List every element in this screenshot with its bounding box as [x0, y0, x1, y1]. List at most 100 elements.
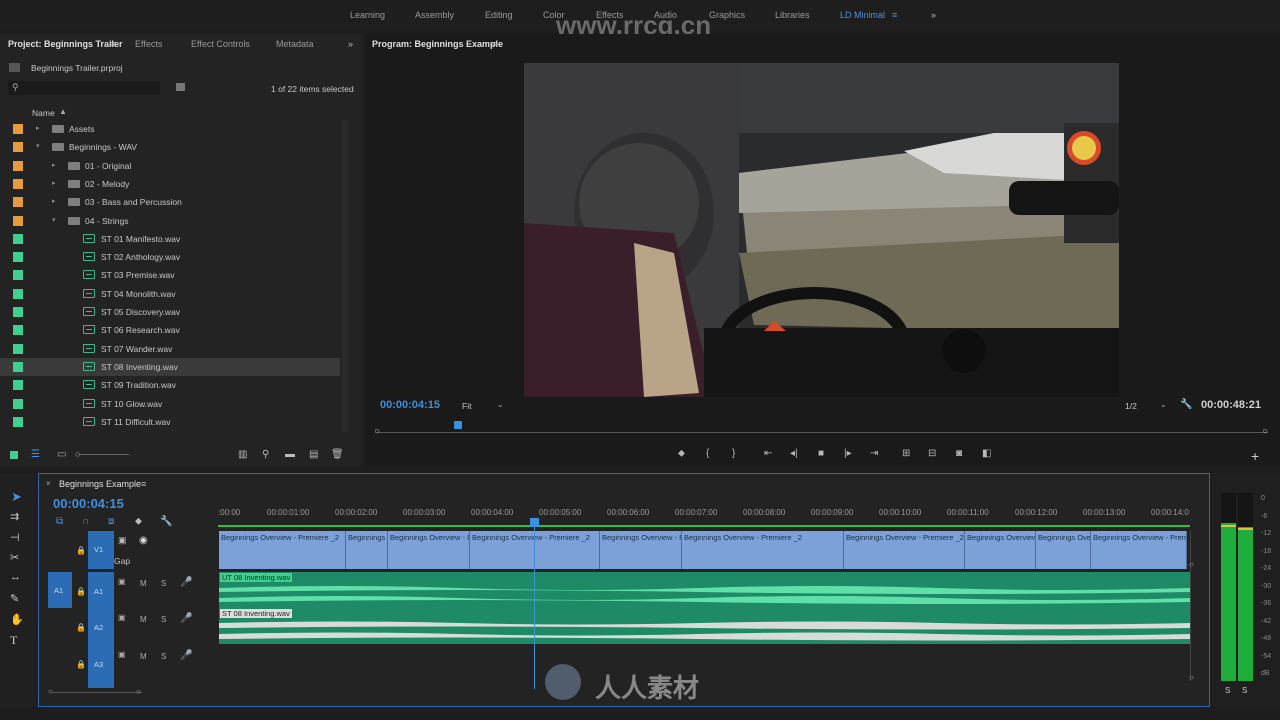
track-select-tool-icon[interactable]: ⇉: [10, 510, 19, 523]
workspace-learning[interactable]: Learning: [350, 10, 385, 20]
fit-dropdown[interactable]: Fit: [462, 401, 471, 411]
program-scrubber[interactable]: ○ ○: [374, 421, 1268, 437]
label-color-swatch[interactable]: [13, 398, 23, 409]
audio-clip-a1[interactable]: UT 08 Inventing.wav: [219, 572, 1191, 608]
label-color-swatch[interactable]: [13, 380, 23, 391]
panel-menu-icon[interactable]: ≡: [110, 39, 115, 49]
video-clip[interactable]: Beginnings Overview - Pre: [388, 531, 470, 569]
comparison-view-icon[interactable]: ◧: [982, 448, 991, 459]
label-color-swatch[interactable]: [13, 252, 23, 263]
mark-out-icon[interactable]: }: [732, 448, 735, 459]
name-column-header[interactable]: Name: [32, 108, 55, 118]
tab-metadata[interactable]: Metadata: [276, 39, 314, 49]
resolution-dropdown[interactable]: 1/2: [1125, 401, 1137, 411]
label-color-swatch[interactable]: [13, 307, 23, 317]
timeline-zoom-bar[interactable]: [52, 692, 142, 693]
export-frame-camera-icon[interactable]: ◙: [956, 448, 962, 459]
tab-effect-controls[interactable]: Effect Controls: [191, 39, 250, 49]
snap-magnet-icon[interactable]: ∩: [82, 516, 89, 527]
step-forward-icon[interactable]: |▸: [844, 448, 852, 459]
lift-icon[interactable]: ⊞: [902, 448, 910, 459]
label-color-swatch[interactable]: [13, 233, 23, 244]
list-item[interactable]: ▸ 03 - Bass and Percussion: [0, 193, 340, 211]
type-tool-icon[interactable]: T: [10, 633, 17, 648]
go-to-in-icon[interactable]: ⇤: [764, 448, 772, 459]
list-item[interactable]: ST 10 Glow.wav: [0, 395, 340, 413]
video-clip[interactable]: Beginnings Overview - Premiere _2: [219, 531, 346, 569]
a2-mute-button[interactable]: M: [140, 615, 147, 624]
list-view-icon[interactable]: ☰: [31, 449, 40, 460]
list-item[interactable]: ST 03 Premise.wav: [0, 266, 340, 284]
v1-lock-icon[interactable]: 🔒: [76, 546, 86, 555]
sort-ascending-icon[interactable]: ▲: [59, 107, 67, 116]
resolution-chevron-down-icon[interactable]: ⌄: [1160, 400, 1167, 409]
disclosure-triangle-icon[interactable]: ▸: [52, 179, 56, 187]
disclosure-triangle-icon[interactable]: ▸: [52, 197, 56, 205]
zoom-bar-end-handle[interactable]: ○: [136, 687, 141, 696]
video-clip[interactable]: Beginnings O: [346, 531, 388, 569]
program-menu-icon[interactable]: ≡: [491, 39, 496, 49]
add-marker-icon[interactable]: ⬥: [678, 448, 685, 459]
trash-icon[interactable]: 🗑: [331, 449, 344, 460]
list-item[interactable]: ▸ 01 - Original: [0, 157, 340, 175]
a1-source-patch[interactable]: A1: [48, 572, 72, 608]
video-clip[interactable]: Beginnings Overview - Premiere _2: [844, 531, 965, 569]
add-marker-icon[interactable]: ⬥: [135, 516, 142, 527]
zoom-slider[interactable]: [79, 454, 129, 455]
label-color-swatch[interactable]: [13, 215, 23, 226]
playhead-marker[interactable]: [454, 421, 462, 429]
list-item[interactable]: ST 06 Research.wav: [0, 321, 340, 339]
label-color-swatch[interactable]: [13, 270, 23, 281]
a3-mute-button[interactable]: M: [140, 652, 147, 661]
label-color-swatch[interactable]: [13, 197, 23, 208]
solo-right-button[interactable]: S: [1242, 686, 1247, 695]
workspace-assembly[interactable]: Assembly: [415, 10, 454, 20]
v1-source-patch[interactable]: V1: [88, 531, 114, 569]
razor-tool-icon[interactable]: ✂: [10, 551, 19, 564]
track-scroll-handle-bottom[interactable]: ○: [1189, 673, 1194, 682]
go-to-out-icon[interactable]: ⇥: [870, 448, 878, 459]
list-item[interactable]: ST 04 Monolith.wav: [0, 285, 340, 303]
a3-sync-icon[interactable]: ▣: [118, 650, 126, 659]
label-color-swatch[interactable]: [13, 343, 23, 354]
workspace-graphics[interactable]: Graphics: [709, 10, 745, 20]
hand-tool-icon[interactable]: ✋: [10, 613, 24, 626]
pen-tool-icon[interactable]: ✎: [10, 592, 19, 605]
a2-mic-icon[interactable]: 🎤: [180, 613, 192, 624]
ripple-edit-tool-icon[interactable]: ⊣: [10, 531, 20, 544]
fit-chevron-down-icon[interactable]: ⌄: [497, 400, 504, 409]
icon-view-icon[interactable]: ▭: [57, 449, 66, 460]
selection-tool-icon[interactable]: ➤: [11, 489, 22, 505]
new-bin-icon[interactable]: [176, 83, 185, 91]
nest-icon[interactable]: ⧉: [56, 516, 63, 527]
list-item[interactable]: ▾ Beginnings - WAV: [0, 138, 340, 156]
video-clip[interactable]: Beginnings Overview - Pr: [600, 531, 682, 569]
lock-icon[interactable]: [10, 451, 18, 459]
add-button-icon[interactable]: +: [1251, 448, 1259, 464]
list-item[interactable]: ST 11 Difficult.wav: [0, 413, 340, 431]
scrollbar[interactable]: [342, 120, 348, 432]
label-color-swatch[interactable]: [13, 124, 23, 134]
a1-mute-button[interactable]: M: [140, 579, 147, 588]
list-item[interactable]: ST 02 Anthology.wav: [0, 248, 340, 266]
video-clip[interactable]: Beginnings Overview - Premie: [1091, 531, 1187, 569]
new-folder-icon[interactable]: ▬: [285, 449, 295, 460]
audio-clip-a2[interactable]: ST 08 Inventing.wav: [219, 608, 1191, 644]
list-item[interactable]: ST 01 Manifesto.wav: [0, 230, 340, 248]
track-scrollbar[interactable]: [1190, 531, 1191, 681]
list-item[interactable]: ST 09 Tradition.wav: [0, 376, 340, 394]
a2-solo-button[interactable]: S: [161, 615, 166, 624]
disclosure-triangle-icon[interactable]: ▸: [52, 161, 56, 169]
search-input[interactable]: ⚲: [8, 81, 160, 95]
time-ruler[interactable]: :00:00 00:00:01:00 00:00:02:00 00:00:03:00 0…: [218, 505, 1193, 527]
list-item[interactable]: ST 08 Inventing.wav: [0, 357, 340, 376]
workspace-menu-icon[interactable]: ≡: [892, 10, 897, 20]
video-clip[interactable]: Beginnings Over: [1036, 531, 1091, 569]
a3-lock-icon[interactable]: 🔒: [76, 660, 86, 669]
label-color-swatch[interactable]: [13, 142, 23, 153]
v1-sync-lock-icon[interactable]: ▣: [118, 535, 127, 546]
program-title[interactable]: Program: Beginnings Example: [372, 39, 503, 49]
workspace-libraries[interactable]: Libraries: [775, 10, 810, 20]
label-color-swatch[interactable]: [13, 325, 23, 336]
solo-left-button[interactable]: S: [1225, 686, 1230, 695]
